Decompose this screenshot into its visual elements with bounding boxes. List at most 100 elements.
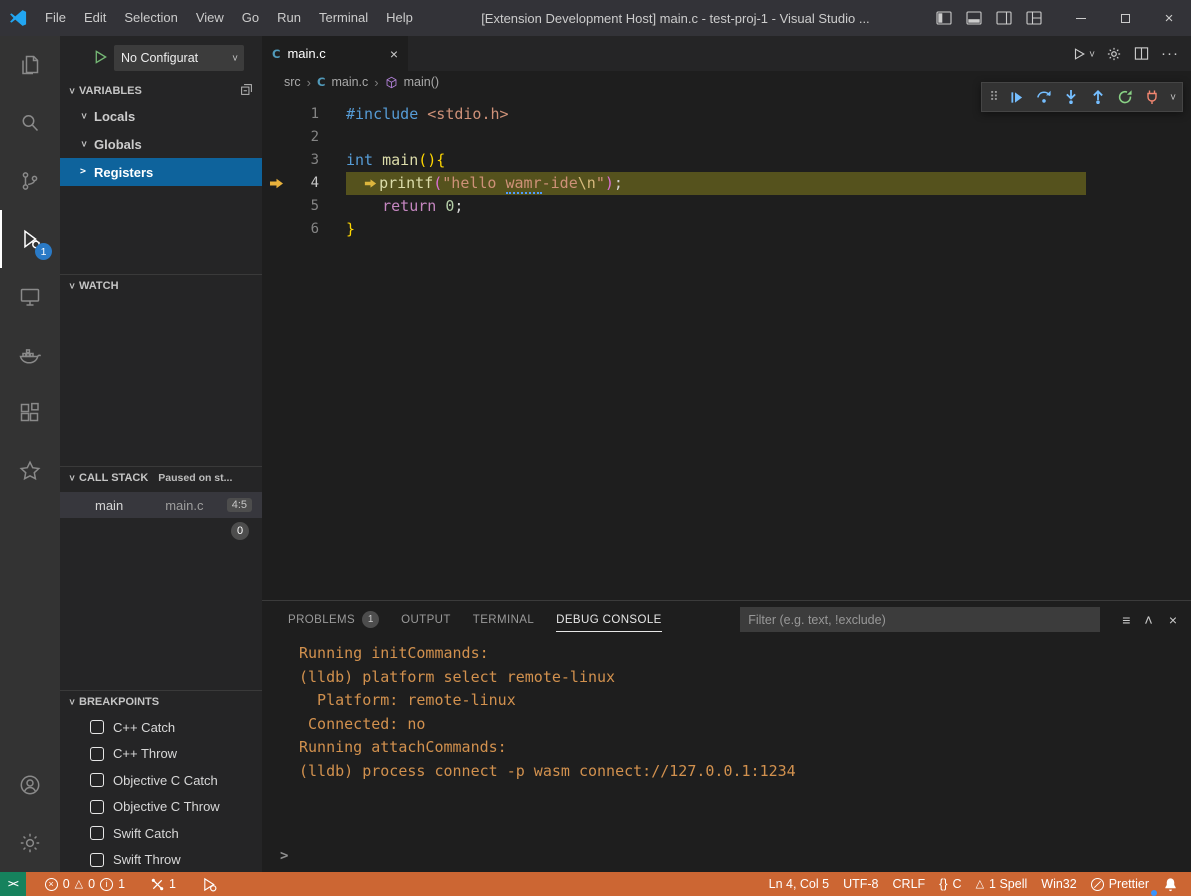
breakpoint-item[interactable]: Objective C Catch	[60, 767, 262, 794]
menu-edit[interactable]: Edit	[75, 0, 115, 36]
notifications-status[interactable]	[1156, 872, 1185, 896]
panel-tab-terminal[interactable]: TERMINAL	[473, 601, 534, 638]
cursor-position-status[interactable]: Ln 4, Col 5	[762, 872, 836, 896]
start-debugging-icon[interactable]	[93, 49, 108, 68]
code-editor[interactable]: 1#include <stdio.h>23int main(){4 printf…	[262, 93, 1191, 600]
activity-extensions[interactable]	[0, 384, 60, 442]
continue-button[interactable]	[1003, 84, 1030, 110]
tree-item-label: Registers	[94, 165, 153, 180]
activity-search[interactable]	[0, 94, 60, 152]
watch-section-header[interactable]: > WATCH	[60, 274, 262, 296]
code-line[interactable]: 5 return 0;	[262, 195, 1191, 218]
step-out-button[interactable]	[1084, 84, 1111, 110]
code-line[interactable]: 6}	[262, 218, 1191, 241]
menu-file[interactable]: File	[36, 0, 75, 36]
variables-item-globals[interactable]: >Globals	[60, 130, 262, 158]
restart-button[interactable]	[1111, 84, 1138, 110]
activity-spacer	[0, 500, 60, 756]
breakpoint-checkbox[interactable]	[90, 853, 104, 867]
console-filter-input[interactable]	[740, 607, 1100, 632]
maximize-panel-icon[interactable]: >	[1143, 615, 1157, 623]
variables-section-header[interactable]: > VARIABLES	[60, 80, 262, 102]
toggle-sidebar-icon[interactable]	[929, 3, 959, 33]
language-mode-status[interactable]: {}C	[932, 872, 968, 896]
spell-checker-status[interactable]: △1 Spell	[969, 872, 1035, 896]
close-panel-icon[interactable]: ×	[1169, 612, 1177, 628]
drag-handle[interactable]: ⠿	[985, 84, 1003, 110]
debug-toolbar-dropdown[interactable]: >	[1165, 84, 1179, 110]
step-into-button[interactable]	[1057, 84, 1084, 110]
activity-docker[interactable]	[0, 326, 60, 384]
menu-help[interactable]: Help	[377, 0, 422, 36]
maximize-button[interactable]	[1103, 0, 1147, 36]
breakpoint-item[interactable]: C++ Throw	[60, 741, 262, 768]
current-line-pointer-icon[interactable]	[262, 172, 290, 195]
collapse-all-icon[interactable]	[240, 83, 253, 99]
close-button[interactable]: ×	[1147, 0, 1191, 36]
breakpoint-item[interactable]: Objective C Throw	[60, 794, 262, 821]
activity-favorites[interactable]	[0, 442, 60, 500]
breakpoint-item[interactable]: C++ Catch	[60, 714, 262, 741]
menu-run[interactable]: Run	[268, 0, 310, 36]
minimize-button[interactable]	[1059, 0, 1103, 36]
breakpoint-checkbox[interactable]	[90, 773, 104, 787]
run-file-button[interactable]: >	[1072, 47, 1094, 61]
disconnect-button[interactable]	[1138, 84, 1165, 110]
debug-configuration-dropdown[interactable]: No Configurat >	[114, 45, 244, 71]
breakpoint-checkbox[interactable]	[90, 826, 104, 840]
breakpoint-item[interactable]: Swift Catch	[60, 820, 262, 847]
activity-accounts[interactable]	[0, 756, 60, 814]
eol-status[interactable]: CRLF	[886, 872, 933, 896]
breakpoint-checkbox[interactable]	[90, 720, 104, 734]
console-prompt-icon[interactable]: >	[280, 848, 288, 864]
activity-remote-explorer[interactable]	[0, 268, 60, 326]
breadcrumb-item[interactable]: main.c	[331, 75, 368, 89]
debug-session-status[interactable]	[195, 872, 224, 896]
call-stack-section-header[interactable]: > CALL STACK Paused on st...	[60, 466, 262, 488]
breadcrumb-item[interactable]: src	[284, 75, 301, 89]
warning-icon: △	[976, 879, 984, 890]
breakpoints-section-header[interactable]: > BREAKPOINTS	[60, 690, 262, 712]
step-over-button[interactable]	[1030, 84, 1057, 110]
activity-run-debug[interactable]: 1	[0, 210, 60, 268]
breakpoint-checkbox[interactable]	[90, 800, 104, 814]
console-output-line: (lldb) platform select remote-linux	[299, 666, 1191, 690]
code-line[interactable]: 4 printf("hello wamr-ide\n");	[262, 172, 1191, 195]
menu-view[interactable]: View	[187, 0, 233, 36]
breakpoint-checkbox[interactable]	[90, 747, 104, 761]
variables-item-locals[interactable]: >Locals	[60, 102, 262, 130]
activity-settings[interactable]	[0, 814, 60, 872]
code-line[interactable]: 2	[262, 126, 1191, 149]
remote-indicator[interactable]: ><	[0, 872, 26, 896]
breakpoint-item[interactable]: Swift Throw	[60, 847, 262, 874]
debug-console-output[interactable]: Running initCommands:(lldb) platform sel…	[262, 638, 1191, 842]
toggle-secondary-sidebar-icon[interactable]	[989, 3, 1019, 33]
split-editor-icon[interactable]	[1134, 46, 1149, 61]
settings-gear-icon[interactable]	[1106, 46, 1122, 62]
activity-explorer[interactable]	[0, 36, 60, 94]
panel-tab-debug-console[interactable]: DEBUG CONSOLE	[556, 601, 662, 638]
menu-selection[interactable]: Selection	[115, 0, 186, 36]
formatter-status[interactable]: Prettier	[1084, 872, 1156, 896]
tools-count-status[interactable]: 1	[144, 872, 183, 896]
panel-tab-problems[interactable]: PROBLEMS1	[288, 601, 379, 638]
menu-lines-icon[interactable]: ≡	[1122, 612, 1130, 628]
close-tab-icon[interactable]: ×	[390, 46, 398, 62]
panel-tab-output[interactable]: OUTPUT	[401, 601, 451, 638]
code-line[interactable]: 3int main(){	[262, 149, 1191, 172]
platform-status[interactable]: Win32	[1034, 872, 1083, 896]
files-icon	[18, 53, 42, 77]
encoding-status[interactable]: UTF-8	[836, 872, 885, 896]
breadcrumb-item[interactable]: main()	[404, 75, 439, 89]
customize-layout-icon[interactable]	[1019, 3, 1049, 33]
inline-breakpoint-icon[interactable]	[364, 174, 379, 192]
call-stack-frame[interactable]: main main.c 4:5	[60, 492, 262, 518]
problems-status[interactable]: ×0 △0 i1	[38, 872, 132, 896]
menu-terminal[interactable]: Terminal	[310, 0, 377, 36]
tab-main-c[interactable]: C main.c ×	[262, 36, 408, 71]
toggle-panel-icon[interactable]	[959, 3, 989, 33]
variables-item-registers[interactable]: >Registers	[60, 158, 262, 186]
activity-source-control[interactable]	[0, 152, 60, 210]
menu-go[interactable]: Go	[233, 0, 268, 36]
more-actions-icon[interactable]: ···	[1161, 45, 1179, 62]
